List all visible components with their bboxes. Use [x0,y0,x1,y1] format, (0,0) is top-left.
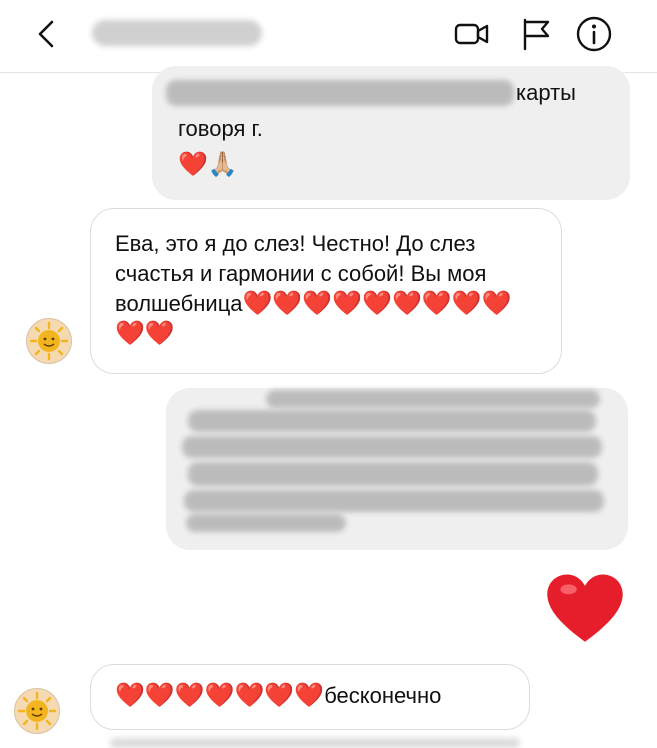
redacted-text [166,80,514,106]
sun-icon [17,691,57,731]
heart-emojis: ❤️❤️❤️❤️❤️❤️❤️ [115,682,325,709]
redacted-text [266,390,600,408]
redacted-text [188,462,598,486]
emoji-reaction: ❤️🙏🏼 [178,151,238,178]
chevron-left-icon[interactable] [30,14,62,54]
redacted-text [182,436,602,458]
heart-icon[interactable] [544,568,626,650]
flag-icon[interactable] [516,14,556,54]
message-bubble-incoming[interactable]: ❤️❤️❤️❤️❤️❤️❤️бесконечно [90,664,530,730]
chat-header [0,0,657,73]
info-icon[interactable] [574,14,614,54]
redacted-text [184,490,604,512]
avatar[interactable] [14,688,60,734]
message-text: бесконечно [324,683,442,708]
contact-name-redacted[interactable] [92,20,262,46]
avatar[interactable] [26,318,72,364]
message-bubble-incoming[interactable]: Ева, это я до слез! Честно! До слез счас… [90,208,562,374]
message-bubble-outgoing[interactable] [166,388,628,550]
sun-icon [29,321,69,361]
redacted-text [188,410,596,432]
message-text-fragment: карты [516,80,576,105]
video-camera-icon[interactable] [452,14,492,54]
redacted-text [186,514,346,532]
message-text-line: говоря г. [178,116,263,141]
message-bubble-outgoing[interactable]: карты говоря г. ❤️🙏🏼 [152,66,630,200]
